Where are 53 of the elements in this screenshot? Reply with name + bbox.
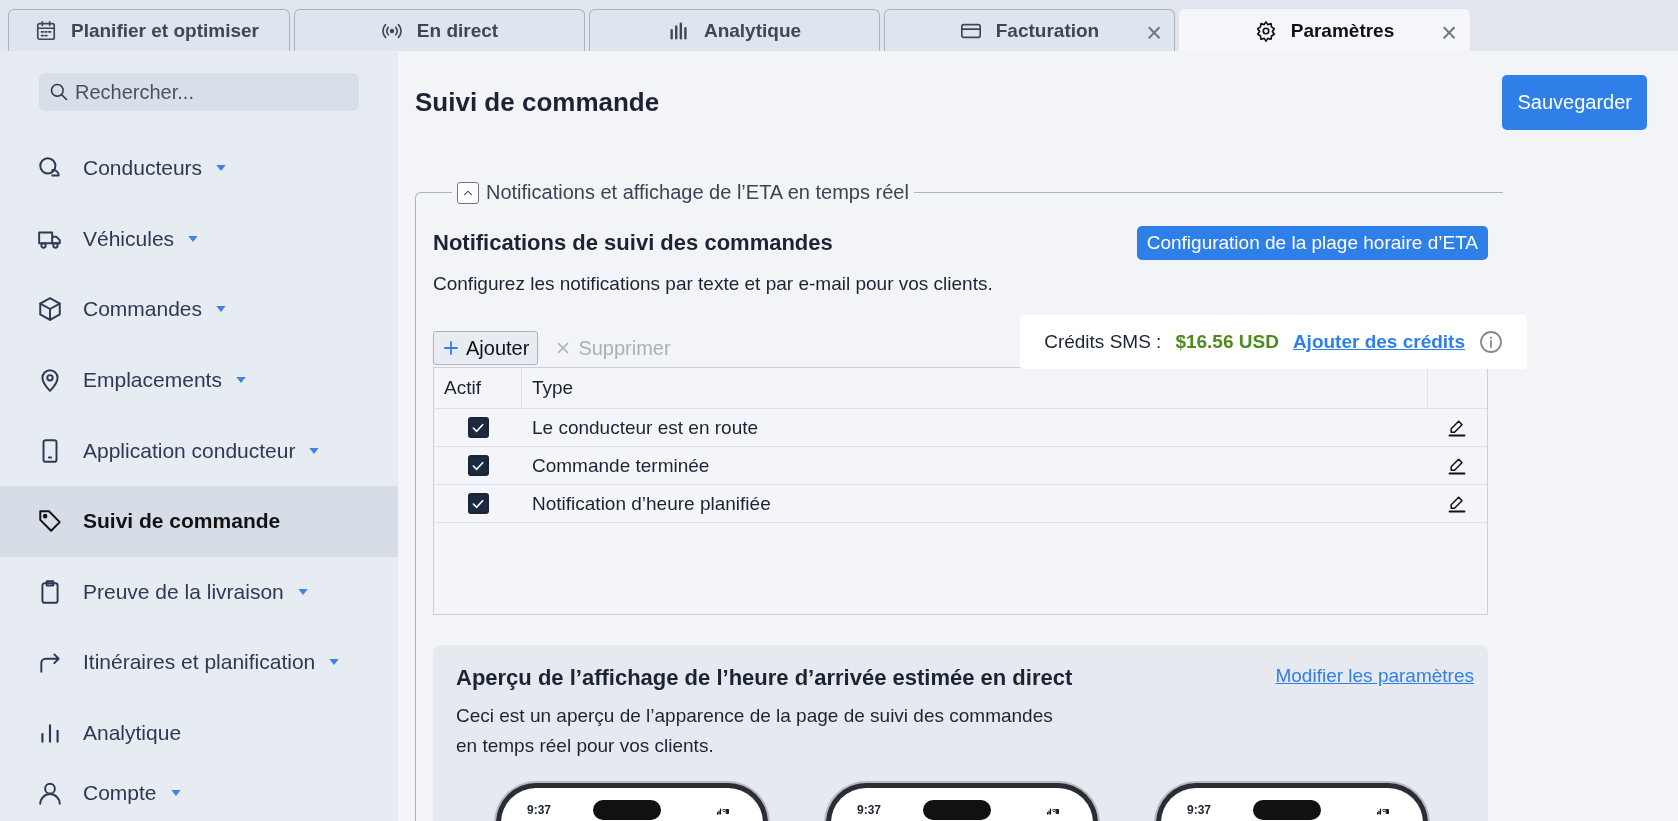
camera-notch — [923, 800, 991, 820]
tab[interactable]: Analytique — [589, 9, 880, 51]
checkbox[interactable] — [467, 455, 489, 476]
page-title: Suivi de commande — [415, 87, 660, 118]
add-credits-link[interactable]: Ajouter des crédits — [1292, 331, 1465, 353]
tab[interactable]: Planifier et optimiser — [8, 9, 290, 51]
sidebar-item[interactable]: Suivi de commande — [0, 485, 398, 557]
column-header: Type — [531, 377, 575, 399]
search-icon — [49, 82, 69, 102]
section-heading: Notifications de suivi des commandes — [433, 230, 833, 256]
gear-icon — [1254, 19, 1277, 42]
eta-config-button[interactable]: Configuration de la plage horaire d’ETA — [1136, 226, 1488, 260]
sidebar-item[interactable]: Emplacements — [0, 344, 398, 416]
section-legend: Notifications et affichage de l’ETA en temps réel — [486, 181, 909, 204]
add-button[interactable]: Ajouter — [433, 331, 539, 365]
table-cell-text: Commande terminée — [531, 454, 711, 477]
sidebar-item[interactable]: Analytique — [0, 697, 398, 769]
column-header: Actif — [434, 368, 522, 408]
tab[interactable]: En direct — [294, 9, 585, 51]
credits-amount: $16.56 USD — [1175, 331, 1279, 353]
close-button[interactable]: × — [1441, 18, 1457, 49]
credits-label: Crédits SMS : — [1044, 331, 1162, 353]
checkbox[interactable] — [467, 417, 489, 438]
table-cell-text: Notification d’heure planifiée — [531, 492, 772, 515]
info-icon — [1479, 330, 1503, 354]
camera-notch — [593, 800, 661, 820]
sidebar-item[interactable]: Preuve de la livraison — [0, 556, 398, 628]
sidebar-item[interactable]: Conducteurs — [0, 133, 398, 204]
tab[interactable]: Facturation × — [884, 9, 1175, 51]
plus-icon — [442, 339, 460, 357]
tab[interactable]: Paramètres × — [1179, 9, 1470, 51]
collapse-toggle[interactable] — [457, 181, 479, 204]
sidebar-item[interactable]: Commandes — [0, 274, 398, 345]
close-button[interactable]: × — [1146, 18, 1162, 49]
tag-icon — [37, 508, 63, 535]
section-description: Configurez les notifications par texte et par e-mail pour vos clients. — [433, 273, 994, 295]
cube-icon — [37, 296, 63, 323]
status-time: 9:37 — [527, 803, 552, 817]
sidebar-item[interactable]: Itinéraires et planification — [0, 627, 398, 698]
person-icon — [37, 780, 63, 807]
sidebar-item[interactable]: Application conducteur — [0, 415, 398, 486]
preview-title: Aperçu de l’affichage de l’heure d’arrivée estimée en direct — [456, 665, 1073, 691]
preview-description: Ceci est un aperçu de l’apparence de la page de suivi des commandes en temps réel pour vos clients. — [456, 704, 1054, 758]
status-time: 9:37 — [857, 803, 882, 817]
status-time: 9:37 — [1187, 803, 1212, 817]
calendar-icon — [35, 19, 57, 42]
search-field[interactable]: Rechercher... — [39, 73, 359, 111]
camera-notch — [1253, 800, 1321, 820]
checkbox[interactable] — [467, 493, 489, 514]
save-button[interactable]: Sauvegarder — [1502, 75, 1647, 130]
sidebar-item[interactable]: Véhicules — [0, 203, 398, 275]
sidebar-item[interactable]: Compte — [0, 768, 398, 819]
table-cell-text: Le conducteur est en route — [531, 416, 760, 439]
